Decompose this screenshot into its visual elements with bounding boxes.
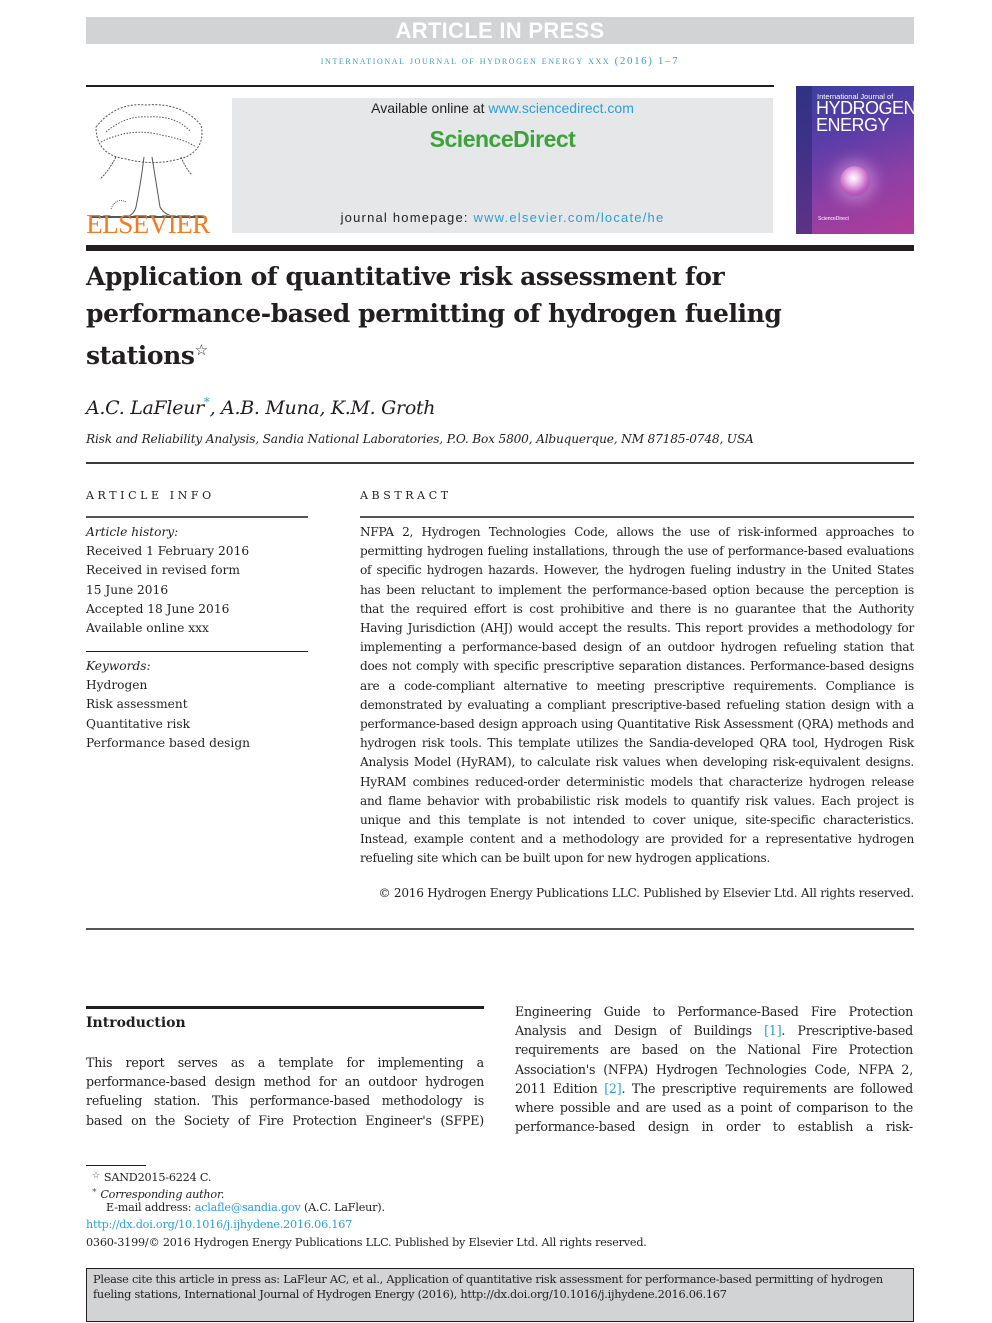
cover-footer: ScienceDirect: [818, 216, 849, 222]
header-rule: [86, 85, 774, 87]
title-footnote-star-icon[interactable]: ☆: [195, 341, 208, 359]
introduction-left-column: This report serves as a template for imp…: [86, 1055, 484, 1128]
author-affiliation: Risk and Reliability Analysis, Sandia Na…: [86, 432, 754, 446]
keywords-rule: [86, 651, 308, 652]
reference-link-1[interactable]: [1]: [764, 1023, 781, 1038]
keywords-label: Keywords:: [86, 659, 151, 673]
article-info-rule: [86, 516, 308, 518]
introduction-right-column: Engineering Guide to Performance-Based F…: [515, 1004, 913, 1135]
keyword-item: Hydrogen: [86, 678, 148, 693]
available-online-line: Available online at www.sciencedirect.co…: [371, 100, 634, 116]
article-history: Article history: Received 1 February 201…: [86, 523, 249, 638]
elsevier-wordmark: ELSEVIER: [86, 209, 210, 239]
article-history-label: Article history:: [86, 525, 179, 539]
history-item: Received 1 February 2016: [86, 544, 250, 559]
citation-box: Please cite this article in press as: La…: [86, 1268, 914, 1322]
article-title: Application of quantitative risk assessm…: [86, 262, 782, 370]
keyword-item: Risk assessment: [86, 697, 188, 712]
author-list: A.C. LaFleur*, A.B. Muna, K.M. Groth: [86, 395, 436, 419]
author-email-link[interactable]: aclafle@sandia.gov: [195, 1201, 301, 1214]
cover-orb-graphic: [840, 166, 870, 196]
sciencedirect-link[interactable]: www.sciencedirect.com: [488, 100, 634, 116]
issn-copyright-line: 0360-3199/© 2016 Hydrogen Energy Publica…: [86, 1236, 647, 1249]
doi-link[interactable]: http://dx.doi.org/10.1016/j.ijhydene.201…: [86, 1217, 352, 1234]
history-item: 15 June 2016: [86, 582, 169, 597]
article-in-press-banner: ARTICLE IN PRESS: [86, 17, 914, 44]
history-item: Available online xxx: [86, 621, 209, 636]
abstract-copyright: © 2016 Hydrogen Energy Publications LLC.…: [378, 886, 914, 900]
introduction-heading: Introduction: [86, 1015, 186, 1031]
abstract-bottom-rule: [86, 928, 914, 930]
footnote-sand: ☆ SAND2015-6224 C.: [92, 1171, 212, 1184]
footnote-email: E-mail address: aclafle@sandia.gov (A.C.…: [106, 1201, 385, 1214]
keyword-item: Performance based design: [86, 735, 250, 750]
journal-homepage-link[interactable]: www.elsevier.com/locate/he: [474, 210, 665, 225]
abstract-rule: [360, 516, 914, 518]
keywords-list: Keywords: Hydrogen Risk assessment Quant…: [86, 657, 250, 753]
footnote-rule: [86, 1165, 146, 1166]
history-item: Received in revised form: [86, 563, 240, 578]
journal-homepage-line: journal homepage: www.elsevier.com/locat…: [340, 210, 665, 225]
reference-link-2[interactable]: [2]: [604, 1081, 621, 1096]
sciencedirect-logo: ScienceDirect: [429, 126, 576, 152]
introduction-rule: [86, 1006, 484, 1009]
article-info-heading: ARTICLE INFO: [86, 489, 215, 502]
author-lafleur: A.C. LaFleur: [86, 397, 204, 419]
footnote-asterisk-icon: *: [92, 1188, 97, 1198]
history-item: Accepted 18 June 2016: [86, 601, 230, 616]
abstract-heading: ABSTRACT: [360, 489, 452, 502]
journal-running-header: international journal of hydrogen energy…: [320, 55, 680, 67]
footnote-star-icon: ☆: [92, 1171, 100, 1181]
section-rule: [86, 462, 914, 464]
cover-title: HYDROGEN ENERGY: [816, 98, 914, 135]
other-authors: , A.B. Muna, K.M. Groth: [209, 397, 436, 419]
journal-cover-image: International Journal of HYDROGEN ENERGY …: [796, 86, 914, 234]
keyword-item: Quantitative risk: [86, 716, 191, 731]
sciencedirect-banner: Available online at www.sciencedirect.co…: [232, 98, 773, 233]
header-thick-rule: [86, 245, 914, 251]
abstract-text: NFPA 2, Hydrogen Technologies Code, allo…: [360, 525, 914, 866]
